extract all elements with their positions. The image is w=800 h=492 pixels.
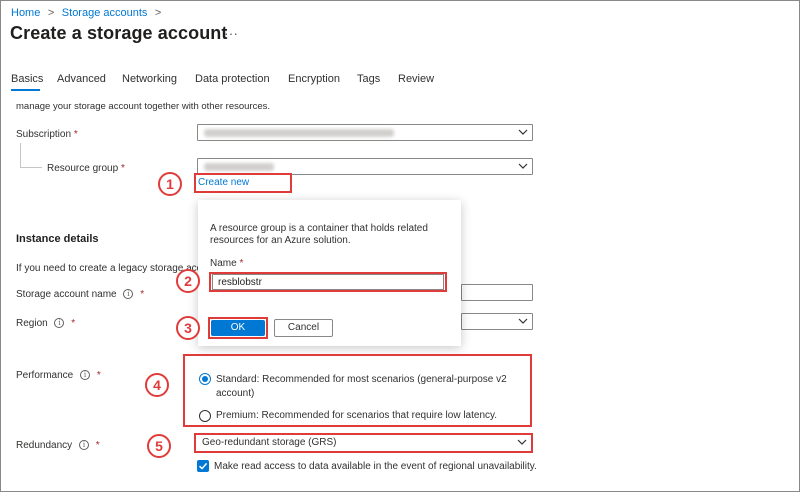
chevron-down-icon — [517, 439, 527, 445]
info-icon[interactable]: i — [78, 440, 89, 451]
create-new-link[interactable]: Create new — [198, 177, 249, 188]
region-select[interactable] — [461, 313, 533, 330]
radio-selected-dot — [202, 376, 208, 382]
performance-label: Performance i * — [16, 370, 101, 381]
read-access-label[interactable]: Make read access to data available in th… — [214, 461, 537, 472]
chevron-right-icon: > — [44, 7, 58, 19]
ok-button[interactable]: OK — [211, 320, 265, 336]
performance-standard-label[interactable]: Standard: Recommended for most scenarios… — [216, 373, 521, 401]
popup-description: A resource group is a container that hol… — [210, 223, 428, 246]
info-icon[interactable]: i — [54, 318, 65, 329]
performance-label-text: Performance — [16, 370, 74, 381]
redundancy-label-text: Redundancy — [16, 440, 73, 451]
required-mark: * — [95, 440, 100, 451]
instance-details-heading: Instance details — [16, 233, 99, 245]
breadcrumb-home[interactable]: Home — [11, 7, 40, 19]
required-mark: * — [96, 370, 101, 381]
callout-badge-5: 5 — [147, 434, 171, 458]
chevron-right-icon: > — [151, 7, 162, 19]
tab-review[interactable]: Review — [398, 73, 434, 85]
chevron-down-icon — [518, 129, 528, 135]
checkmark-icon — [198, 462, 208, 470]
info-icon[interactable]: i — [80, 370, 91, 381]
tree-connector — [20, 143, 21, 167]
resource-group-label: Resource group * — [47, 163, 125, 174]
popup-name-label-text: Name — [210, 258, 237, 269]
more-options-button[interactable]: ··· — [224, 25, 238, 41]
active-tab-indicator — [11, 89, 40, 91]
tab-advanced[interactable]: Advanced — [57, 73, 106, 85]
cancel-button[interactable]: Cancel — [274, 319, 333, 337]
storage-account-name-input[interactable] — [461, 284, 533, 301]
region-label: Region i * — [16, 318, 75, 329]
redundancy-select-value: Geo-redundant storage (GRS) — [202, 437, 337, 448]
page-title: Create a storage account — [10, 23, 228, 43]
performance-standard-radio[interactable] — [199, 373, 211, 385]
callout-badge-3: 3 — [176, 316, 200, 340]
popup-name-label: Name * — [210, 258, 243, 269]
breadcrumb: Home > Storage accounts > — [11, 3, 162, 19]
redundancy-label: Redundancy i * — [16, 440, 100, 451]
required-mark: * — [239, 258, 244, 269]
chevron-down-icon — [518, 318, 528, 324]
callout-badge-4: 4 — [145, 373, 169, 397]
tab-networking[interactable]: Networking — [122, 73, 177, 85]
window-frame: Home > Storage accounts > Create a stora… — [0, 0, 800, 492]
redundancy-select[interactable]: Geo-redundant storage (GRS) — [197, 435, 531, 451]
tree-connector — [20, 167, 42, 168]
subscription-label: Subscription * — [16, 129, 78, 140]
legacy-text: If you need to create a legacy storage a… — [16, 263, 199, 274]
callout-badge-2: 2 — [176, 269, 200, 293]
storage-account-name-label-text: Storage account name — [16, 289, 117, 300]
redacted-value — [204, 163, 274, 171]
required-mark: * — [71, 318, 76, 329]
required-mark: * — [120, 163, 125, 174]
breadcrumb-storage-accounts[interactable]: Storage accounts — [62, 7, 148, 19]
callout-badge-1: 1 — [158, 172, 182, 196]
chevron-down-icon — [518, 163, 528, 169]
tab-basics[interactable]: Basics — [11, 73, 43, 85]
region-label-text: Region — [16, 318, 48, 329]
required-mark: * — [73, 129, 78, 140]
redacted-value — [204, 129, 394, 137]
tab-encryption[interactable]: Encryption — [288, 73, 340, 85]
info-icon[interactable]: i — [123, 289, 134, 300]
tab-tags[interactable]: Tags — [357, 73, 380, 85]
required-mark: * — [140, 289, 145, 300]
intro-text: manage your storage account together wit… — [16, 101, 271, 112]
performance-premium-label[interactable]: Premium: Recommended for scenarios that … — [216, 409, 497, 423]
read-access-checkbox[interactable] — [197, 460, 209, 472]
subscription-select[interactable] — [197, 124, 533, 141]
resource-group-label-text: Resource group — [47, 163, 119, 174]
resource-group-name-input[interactable]: resblobstr — [212, 274, 444, 290]
tab-data-protection[interactable]: Data protection — [195, 73, 270, 85]
subscription-label-text: Subscription — [16, 129, 72, 140]
storage-account-name-label: Storage account name i * — [16, 289, 144, 300]
performance-premium-radio[interactable] — [199, 410, 211, 422]
